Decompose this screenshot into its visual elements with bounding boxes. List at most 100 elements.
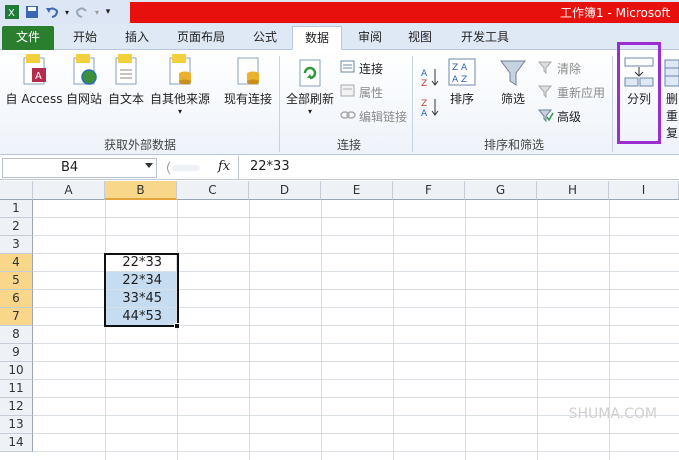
edit-links-label: 编辑链接 xyxy=(359,110,408,124)
properties-button[interactable]: 属性 xyxy=(340,84,383,101)
sort-za-button[interactable]: ZA xyxy=(420,96,440,121)
tab-page-layout[interactable]: 页面布局 xyxy=(170,26,232,50)
name-box-dropdown-icon[interactable] xyxy=(145,163,153,168)
formula-bar: B4 fx 22*33 xyxy=(0,156,679,180)
excel-icon: X xyxy=(3,3,21,21)
clear-button[interactable]: 清除 xyxy=(537,60,582,77)
group-sort-filter: 排序和筛选 xyxy=(483,138,544,152)
column-header-b[interactable]: B xyxy=(105,181,177,200)
link-icon xyxy=(340,108,356,125)
cell-b5[interactable]: 22*34 xyxy=(105,272,177,290)
row-header-2[interactable]: 2 xyxy=(0,218,33,236)
undo-icon[interactable] xyxy=(43,3,61,21)
svg-text:A: A xyxy=(421,109,428,118)
edit-links-button[interactable]: 编辑链接 xyxy=(340,108,407,125)
row-header-8[interactable]: 8 xyxy=(0,326,33,344)
cell-b7[interactable]: 44*53 xyxy=(105,308,177,326)
web-icon xyxy=(70,54,98,90)
row-header-5[interactable]: 5 xyxy=(0,272,33,290)
filter-button[interactable]: 筛选 xyxy=(494,58,532,107)
advanced-filter-button[interactable]: 高级 xyxy=(537,108,582,125)
formula-bar-resize-icon[interactable] xyxy=(164,161,204,178)
select-all-corner[interactable] xyxy=(0,181,33,200)
tab-review[interactable]: 审阅 xyxy=(348,26,392,50)
customize-icon[interactable]: ▾ xyxy=(103,3,113,21)
fill-handle[interactable] xyxy=(174,323,180,329)
tab-formulas[interactable]: 公式 xyxy=(243,26,287,50)
column-header-h[interactable]: H xyxy=(537,181,609,200)
sort-ascending-icon: AZ xyxy=(420,66,440,91)
remove-duplicates-icon xyxy=(664,58,679,90)
row-header-9[interactable]: 9 xyxy=(0,344,33,362)
from-text-button[interactable]: 自文本 xyxy=(106,54,146,107)
row-header-13[interactable]: 13 xyxy=(0,416,33,434)
remove-duplicates-label: 删 xyxy=(665,92,678,106)
row-header-14[interactable]: 14 xyxy=(0,434,33,452)
tab-view[interactable]: 视图 xyxy=(398,26,442,50)
row-header-12[interactable]: 12 xyxy=(0,398,33,416)
row-header-3[interactable]: 3 xyxy=(0,236,33,254)
access-icon: A xyxy=(20,54,48,90)
window-title: 工作簿1 - Microsoft xyxy=(560,6,671,20)
clear-label: 清除 xyxy=(557,62,582,76)
tab-home[interactable]: 开始 xyxy=(62,26,108,50)
cell-b4[interactable]: 22*33 xyxy=(105,254,177,272)
row-header-10[interactable]: 10 xyxy=(0,362,33,380)
save-icon[interactable] xyxy=(23,3,41,21)
text-file-icon xyxy=(112,54,140,90)
name-box[interactable]: B4 xyxy=(2,158,157,178)
column-header-g[interactable]: G xyxy=(465,181,537,200)
dropdown-arrow-icon: ▾ xyxy=(307,107,312,116)
tab-file[interactable]: 文件 xyxy=(2,26,54,50)
reapply-button[interactable]: 重新应用 xyxy=(537,84,605,101)
redo-dropdown-icon[interactable]: ▾ xyxy=(93,3,101,21)
tab-developer[interactable]: 开发工具 xyxy=(450,26,520,50)
watermark: SHUMA.COM xyxy=(568,406,657,422)
row-header-11[interactable]: 11 xyxy=(0,380,33,398)
sort-label: 排序 xyxy=(449,92,474,106)
existing-connections-button[interactable]: 现有连接 xyxy=(220,54,276,107)
refresh-all-button[interactable]: 全部刷新 ▾ xyxy=(284,58,336,116)
remove-duplicates-button[interactable]: 删 重复 xyxy=(662,58,679,141)
sort-icon: Z A A Z xyxy=(448,58,476,90)
connections-icon xyxy=(340,60,356,77)
quick-access-toolbar: X ▾ ▾ ▾ xyxy=(0,0,130,24)
from-other-sources-button[interactable]: 自其他来源 ▾ xyxy=(148,54,212,116)
sort-button[interactable]: Z A A Z 排序 xyxy=(444,58,480,107)
tab-insert[interactable]: 插入 xyxy=(114,26,160,50)
sort-az-button[interactable]: AZ xyxy=(420,66,440,91)
row-header-7[interactable]: 7 xyxy=(0,308,33,326)
highlight-box xyxy=(617,42,661,144)
formula-input[interactable]: 22*33 xyxy=(250,159,290,174)
row-header-1[interactable]: 1 xyxy=(0,200,33,218)
cell-b6[interactable]: 33*45 xyxy=(105,290,177,308)
redo-icon[interactable] xyxy=(73,3,91,21)
tab-data[interactable]: 数据 xyxy=(292,26,342,50)
from-other-sources-label: 自其他来源 xyxy=(149,92,210,106)
dropdown-arrow-icon: ▾ xyxy=(177,107,182,116)
svg-text:Z: Z xyxy=(421,79,427,88)
column-header-f[interactable]: F xyxy=(393,181,465,200)
row-header-6[interactable]: 6 xyxy=(0,290,33,308)
undo-dropdown-icon[interactable]: ▾ xyxy=(63,3,71,21)
insert-function-button[interactable]: fx xyxy=(218,159,230,174)
column-header-a[interactable]: A xyxy=(33,181,105,200)
column-header-i[interactable]: I xyxy=(609,181,679,200)
from-access-button[interactable]: A 自 Access xyxy=(4,54,64,107)
refresh-icon xyxy=(297,58,323,90)
from-web-label: 自网站 xyxy=(65,92,102,106)
svg-text:Z: Z xyxy=(421,99,427,109)
from-web-button[interactable]: 自网站 xyxy=(64,54,104,107)
advanced-label: 高级 xyxy=(557,110,582,124)
connections-button[interactable]: 连接 xyxy=(340,60,383,77)
column-header-e[interactable]: E xyxy=(321,181,393,200)
group-separator xyxy=(279,56,280,152)
reapply-icon xyxy=(537,84,554,101)
column-header-d[interactable]: D xyxy=(249,181,321,200)
row-header-4[interactable]: 4 xyxy=(0,254,33,272)
other-sources-icon xyxy=(166,54,194,90)
svg-text:X: X xyxy=(8,8,15,19)
from-access-label: 自 Access xyxy=(5,92,63,106)
filter-icon xyxy=(499,58,527,90)
column-header-c[interactable]: C xyxy=(177,181,249,200)
